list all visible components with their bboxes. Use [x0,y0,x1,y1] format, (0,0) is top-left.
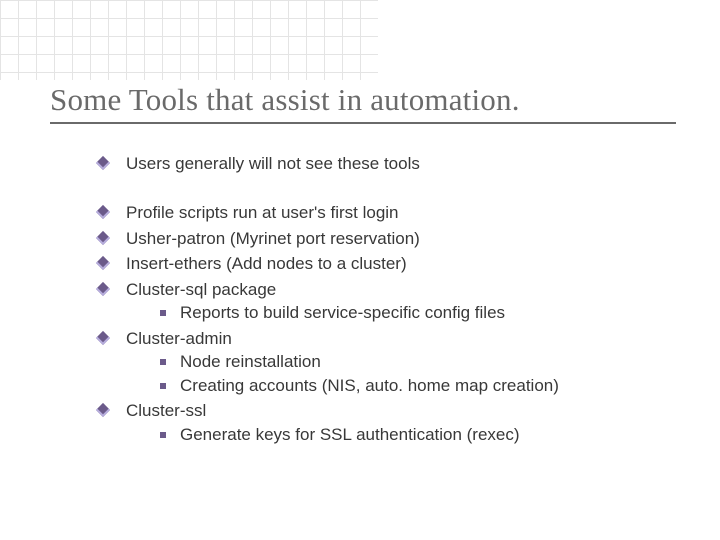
sub-list-item: Generate keys for SSL authentication (re… [154,423,678,446]
list-item: Usher-patron (Myrinet port reservation) [88,227,678,250]
decorative-grid [0,0,378,80]
list-item: Insert-ethers (Add nodes to a cluster) [88,252,678,275]
list-item: Profile scripts run at user's first logi… [88,201,678,224]
sub-list-item-text: Generate keys for SSL authentication (re… [180,425,520,444]
sub-list-item-text: Reports to build service-specific config… [180,303,505,322]
slide-title: Some Tools that assist in automation. [50,82,520,118]
list-item-text: Usher-patron (Myrinet port reservation) [126,229,420,248]
slide-body: Users generally will not see these tools… [88,152,678,448]
intro-text: Users generally will not see these tools [126,154,420,173]
sub-list-item: Reports to build service-specific config… [154,301,678,324]
list-item-text: Insert-ethers (Add nodes to a cluster) [126,254,407,273]
sub-list-item-text: Node reinstallation [180,352,321,371]
sub-list-item: Creating accounts (NIS, auto. home map c… [154,374,678,397]
sub-list-item-text: Creating accounts (NIS, auto. home map c… [180,376,559,395]
list-item: Cluster-sql package Reports to build ser… [88,278,678,325]
title-underline [50,122,676,124]
list-item: Cluster-ssl Generate keys for SSL authen… [88,399,678,446]
intro-bullet: Users generally will not see these tools [88,152,678,175]
list-item-text: Cluster-sql package [126,280,276,299]
slide: Some Tools that assist in automation. Us… [0,0,720,540]
list-item-text: Profile scripts run at user's first logi… [126,203,399,222]
list-item: Cluster-admin Node reinstallation Creati… [88,327,678,397]
list-item-text: Cluster-admin [126,329,232,348]
spacer [88,177,678,201]
list-item-text: Cluster-ssl [126,401,206,420]
sub-list-item: Node reinstallation [154,350,678,373]
